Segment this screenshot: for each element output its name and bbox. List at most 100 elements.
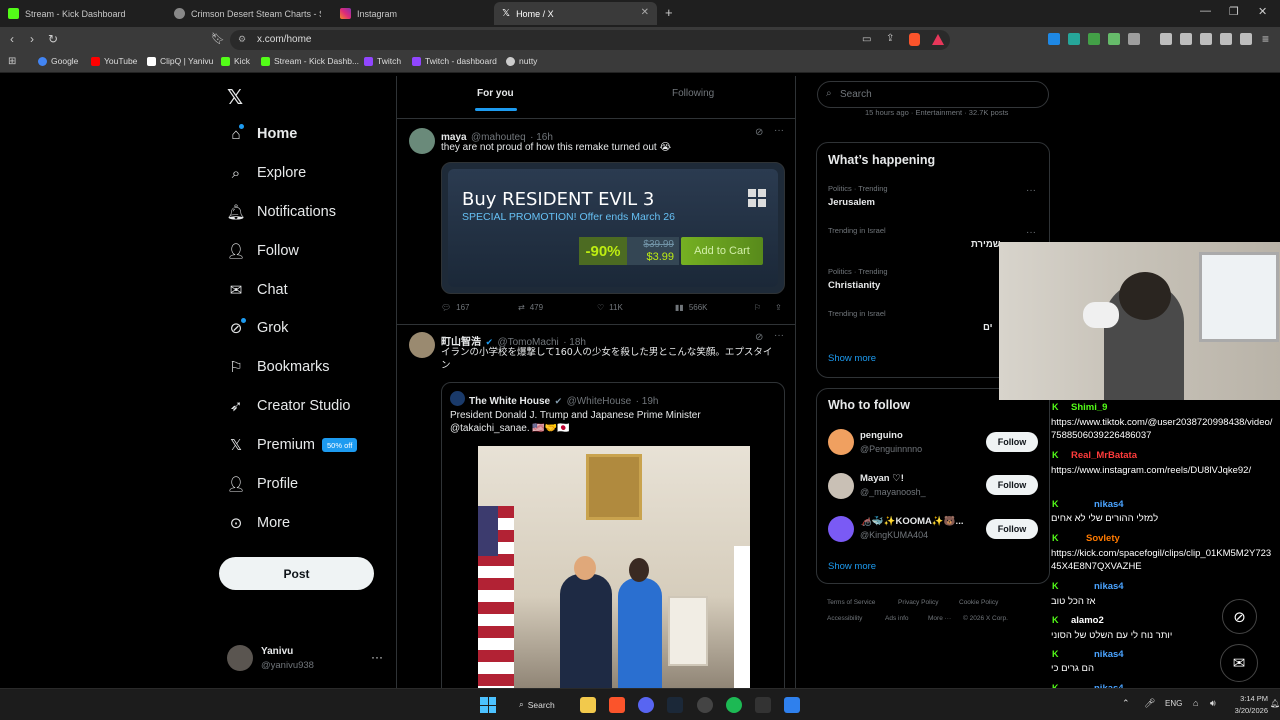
nav-grok[interactable]: ⊘ Grok <box>227 319 289 337</box>
grok-analyze-icon[interactable]: ⊘ <box>755 332 763 343</box>
more-icon[interactable]: ··· <box>774 330 784 341</box>
vpn-icon[interactable] <box>1240 33 1252 45</box>
avatar[interactable] <box>227 645 253 671</box>
media-icon[interactable] <box>1160 33 1172 45</box>
tab-following[interactable]: Following <box>672 88 714 99</box>
avatar[interactable] <box>828 429 854 455</box>
extension-icon[interactable] <box>1068 33 1080 45</box>
tab-for-you[interactable]: For you <box>477 88 514 99</box>
bookmark-icon[interactable]: ⚐ <box>754 303 761 312</box>
bookmark-item[interactable]: Twitch <box>364 56 401 66</box>
more-icon[interactable]: ··· <box>1026 227 1036 238</box>
brave-shield-icon[interactable] <box>909 33 920 46</box>
nav-profile[interactable]: 👤︎ Profile <box>226 475 298 493</box>
app-icon[interactable] <box>784 697 800 713</box>
extension-icon[interactable] <box>1108 33 1120 45</box>
share-icon[interactable]: ⇪ <box>886 33 894 44</box>
close-tab-icon[interactable]: ✕ <box>641 7 649 18</box>
spotify-icon[interactable] <box>726 697 742 713</box>
footer-link[interactable]: Terms of Service <box>827 599 875 606</box>
url-field[interactable]: ⚙ x.com/home ▭ ⇪ <box>230 30 950 50</box>
suggested-name[interactable]: 🦽🐳✨KOOMA✨🐻... <box>860 516 963 527</box>
reply-button[interactable]: 💬︎ 167 <box>441 303 470 312</box>
share-icon[interactable]: ⇪ <box>775 303 782 312</box>
browser-tab[interactable]: Stream - Kick Dashboard <box>0 2 165 25</box>
browser-tab-active[interactable]: 𝕏 Home / X ✕ <box>494 2 657 25</box>
notification-icon[interactable]: 🔔︎ <box>1270 699 1280 708</box>
window-close-icon[interactable]: ✕ <box>1258 5 1267 18</box>
bookmark-item[interactable]: ClipQ | Yanivu <box>147 56 213 66</box>
brave-rewards-icon[interactable] <box>932 34 944 45</box>
nav-follow[interactable]: 👤︎ Follow <box>226 242 298 260</box>
trend-item[interactable]: ים <box>983 322 993 333</box>
bookmark-item[interactable]: Twitch - dashboard <box>412 56 497 66</box>
steam-icon[interactable] <box>667 697 683 713</box>
avatar[interactable] <box>828 473 854 499</box>
avatar[interactable] <box>828 516 854 542</box>
extension-icon[interactable] <box>1088 33 1100 45</box>
nav-premium[interactable]: 𝕏 Premium <box>227 436 315 454</box>
show-more-link[interactable]: Show more <box>828 561 876 572</box>
extension-icon[interactable] <box>1128 33 1140 45</box>
clock-time[interactable]: 3:14 PM <box>1232 694 1268 703</box>
post-button[interactable]: Post <box>219 557 374 590</box>
repost-button[interactable]: ⇄ 479 <box>518 303 543 312</box>
nav-chat[interactable]: ✉ Chat <box>227 281 288 299</box>
avatar[interactable] <box>409 332 435 358</box>
media-card[interactable]: Buy RESIDENT EVIL 3 SPECIAL PROMOTION! O… <box>441 162 785 294</box>
footer-link[interactable]: Privacy Policy <box>898 599 938 606</box>
nav-notifications[interactable]: 🔔︎ Notifications <box>226 203 336 221</box>
leo-icon[interactable] <box>1220 33 1232 45</box>
browser-tab[interactable]: Instagram <box>332 2 497 25</box>
footer-link[interactable]: Cookie Policy <box>959 599 998 606</box>
start-icon[interactable] <box>480 697 496 713</box>
like-button[interactable]: ♡ 11K <box>597 303 623 312</box>
grok-analyze-icon[interactable]: ⊘ <box>755 127 763 138</box>
show-more-link[interactable]: Show more <box>828 353 876 364</box>
nav-bookmarks[interactable]: ⚐ Bookmarks <box>227 358 329 376</box>
bookmark-item[interactable]: Google <box>38 56 78 66</box>
bookmark-page-icon[interactable]: 🔖︎ <box>211 32 225 45</box>
maximize-icon[interactable]: ❐ <box>1229 5 1239 18</box>
trend-item[interactable]: Christianity <box>828 280 880 291</box>
more-icon[interactable]: ··· <box>774 125 784 136</box>
grok-fab[interactable]: ⊘ <box>1222 599 1257 634</box>
footer-link[interactable]: Ads info <box>885 615 909 622</box>
taskbar-search[interactable]: ⌕ Search <box>519 699 555 710</box>
brave-icon[interactable] <box>609 697 625 713</box>
tweet-photo[interactable] <box>478 446 750 688</box>
bookmark-item[interactable]: Kick <box>221 56 250 66</box>
nav-home[interactable]: ⌂ Home <box>227 125 297 143</box>
more-icon[interactable]: ··· <box>1026 185 1036 196</box>
trend-item[interactable]: Jerusalem <box>828 197 875 208</box>
views-button[interactable]: ▮▮ 566K <box>675 303 708 312</box>
network-icon[interactable]: ⌂ <box>1193 698 1198 708</box>
mic-icon[interactable]: 🎤︎ <box>1144 698 1155 709</box>
browser-tab[interactable]: Crimson Desert Steam Charts - Steam <box>166 2 331 25</box>
trend-item[interactable]: שמירת <box>971 239 1000 250</box>
new-tab-icon[interactable]: + <box>665 5 673 20</box>
wallet-icon[interactable] <box>1200 33 1212 45</box>
nav-explore[interactable]: ⌕ Explore <box>227 164 306 182</box>
back-icon[interactable]: ‹ <box>10 32 14 46</box>
x-logo-icon[interactable]: 𝕏 <box>227 85 243 110</box>
file-explorer-icon[interactable] <box>580 697 596 713</box>
extension-icon[interactable] <box>1048 33 1060 45</box>
messages-fab[interactable]: ✉ <box>1220 644 1258 682</box>
footer-link[interactable]: Accessibility <box>827 615 862 622</box>
search-input[interactable]: ⌕ Search <box>817 81 1049 108</box>
add-to-cart-button[interactable]: Add to Cart <box>681 237 763 265</box>
quote-tweet[interactable]: The White House ✔ @WhiteHouse · 19h Pres… <box>441 382 785 688</box>
bookmark-item[interactable]: Stream - Kick Dashb... <box>261 56 359 66</box>
site-settings-icon[interactable]: ⚙ <box>238 34 246 45</box>
clock-date[interactable]: 3/20/2026 <box>1228 706 1268 715</box>
app-icon[interactable] <box>755 697 771 713</box>
account-more-icon[interactable]: ··· <box>371 650 383 664</box>
footer-link[interactable]: More ··· <box>928 615 951 622</box>
sidebar-icon[interactable] <box>1180 33 1192 45</box>
language-indicator[interactable]: ENG <box>1165 699 1182 708</box>
bookmark-item[interactable]: nutty <box>506 56 537 66</box>
nav-more[interactable]: ⊙ More <box>227 514 290 532</box>
apps-grid-icon[interactable]: ⊞ <box>8 56 16 67</box>
discord-icon[interactable] <box>638 697 654 713</box>
